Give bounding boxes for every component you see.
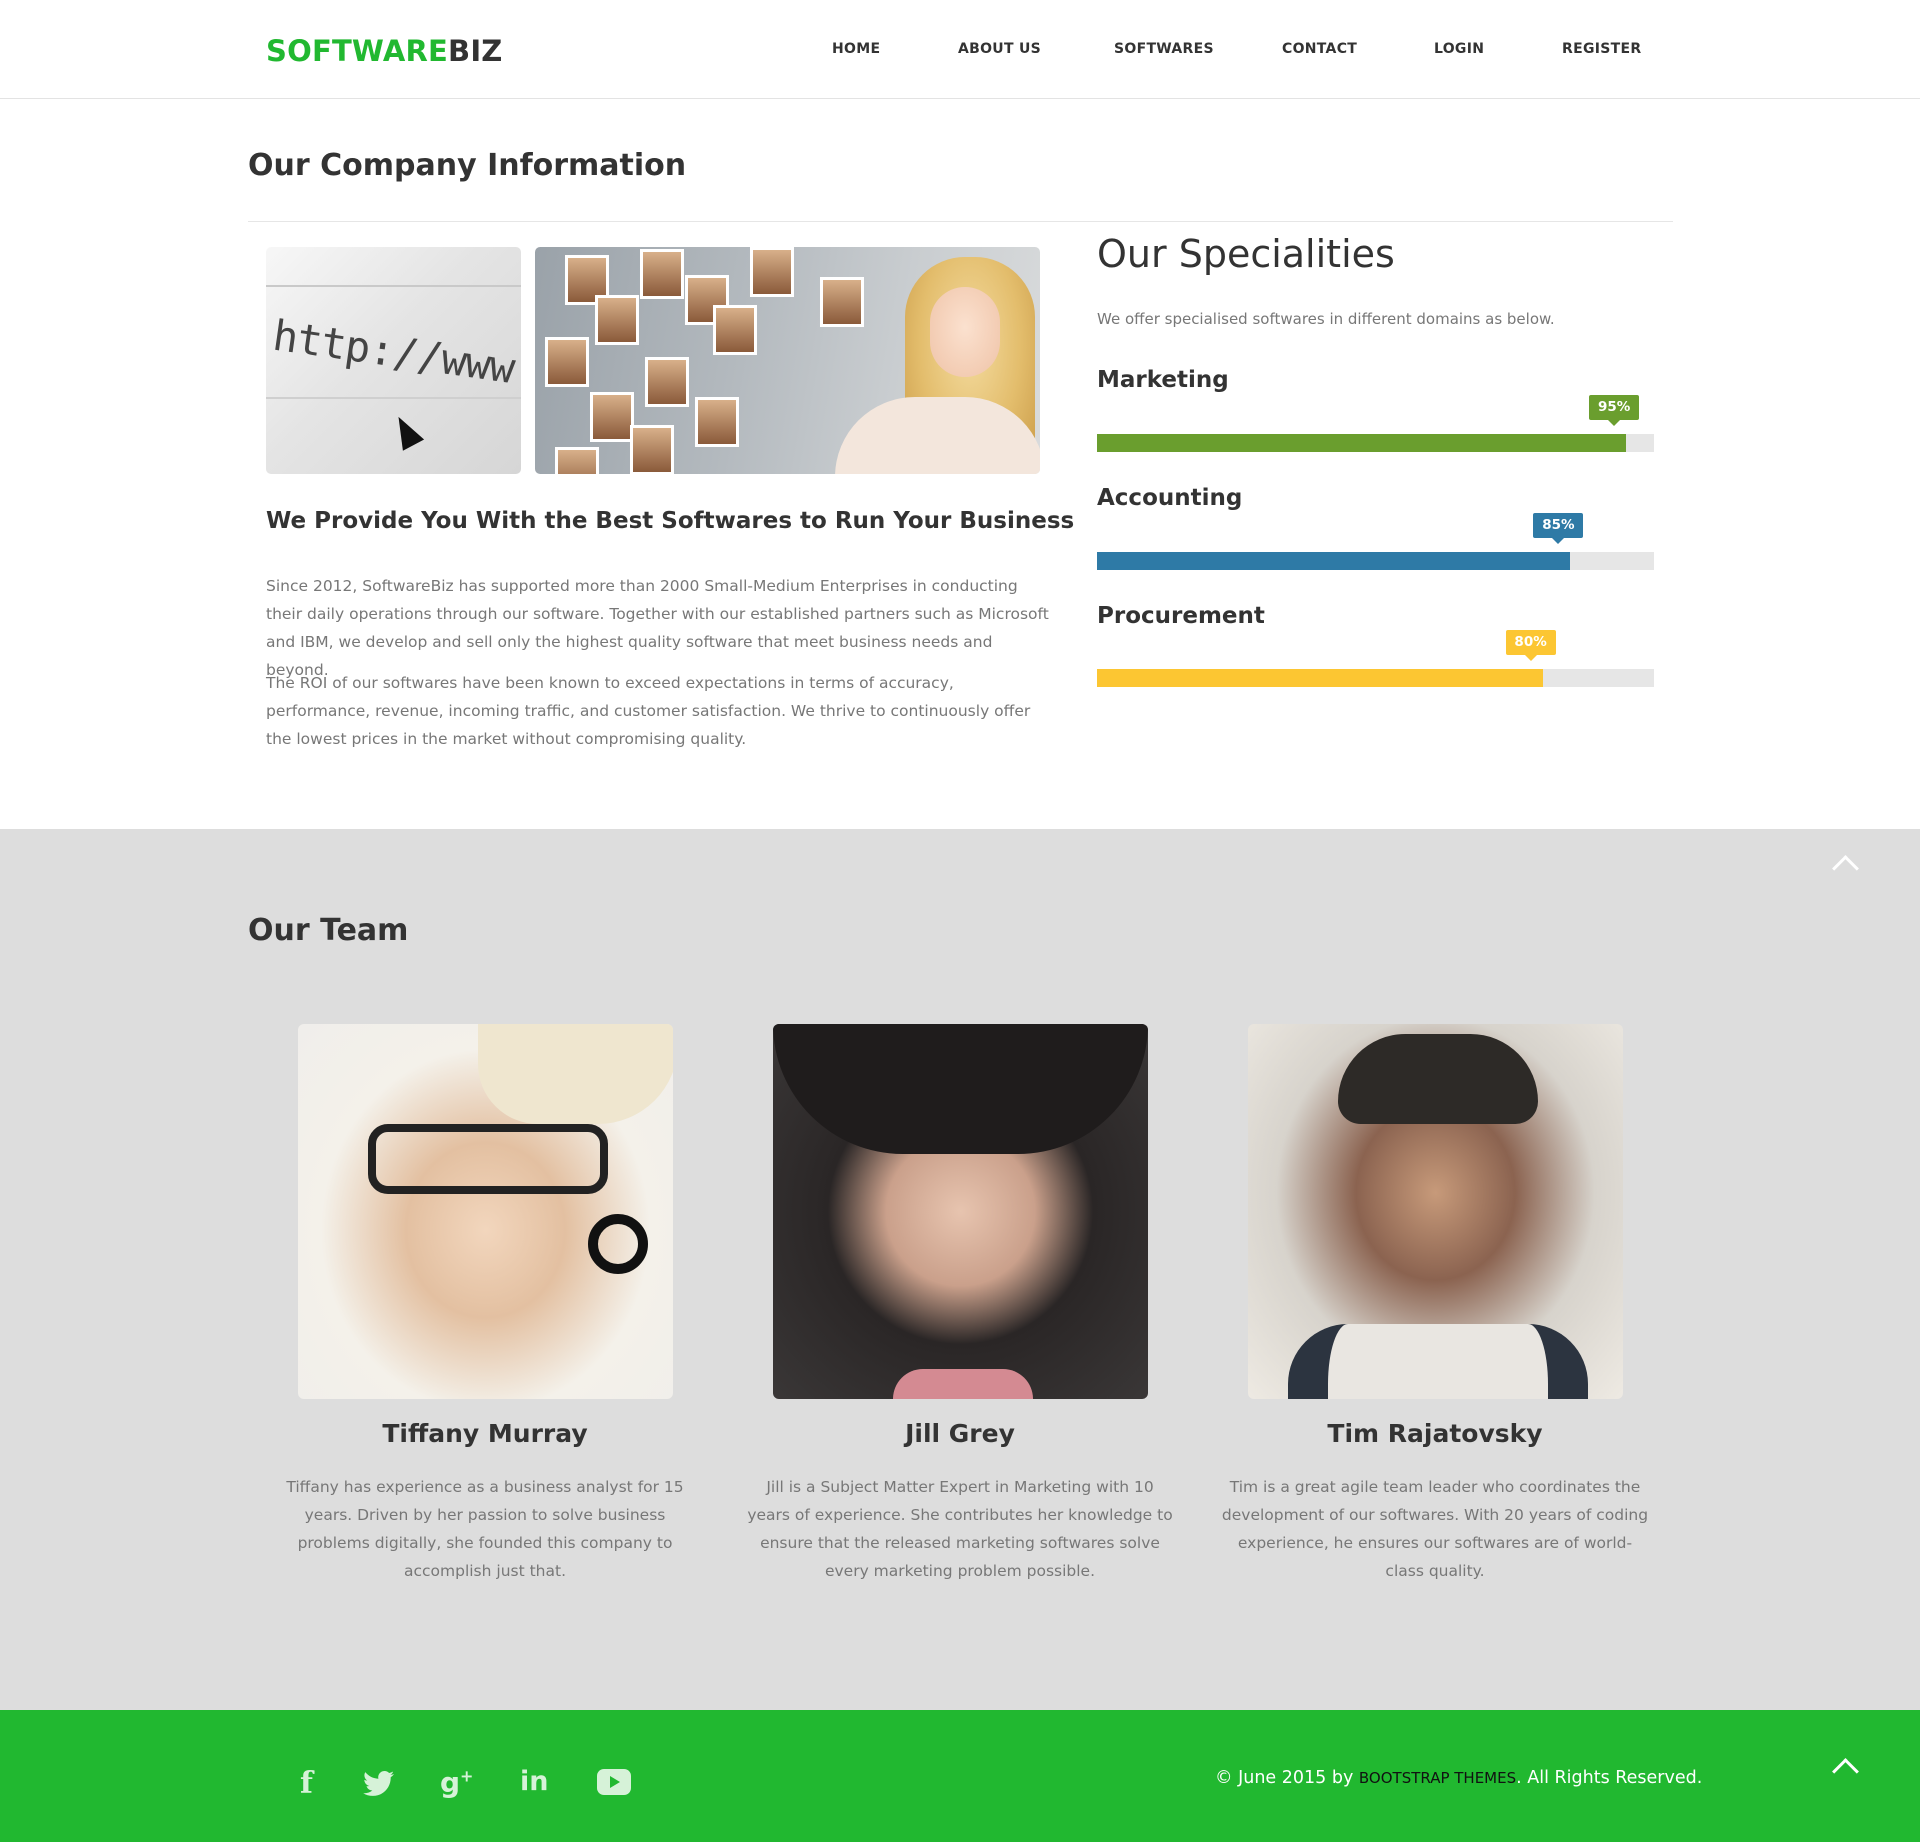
shirt-shape [1288, 1324, 1588, 1399]
glasses-shape [368, 1124, 608, 1194]
nav-about-us[interactable]: ABOUT US [958, 41, 1041, 57]
site-footer: f g+ in © June 2015 by BOOTSTRAP THEMES.… [0, 1710, 1920, 1842]
earring-shape [588, 1214, 648, 1274]
linkedin-icon[interactable]: in [520, 1766, 548, 1797]
main-nav: HOME ABOUT US SOFTWARES CONTACT LOGIN RE… [0, 0, 1920, 99]
nav-softwares[interactable]: SOFTWARES [1114, 41, 1214, 57]
nav-login[interactable]: LOGIN [1434, 41, 1484, 57]
company-info-title: Our Company Information [248, 148, 687, 183]
nav-contact[interactable]: CONTACT [1282, 41, 1357, 57]
copyright-text: © June 2015 by BOOTSTRAP THEMES. All Rig… [1215, 1768, 1702, 1788]
team-member-bio-tiffany: Tiffany has experience as a business ana… [286, 1478, 684, 1580]
skill-percent-badge: 95% [1589, 395, 1640, 426]
woman-face [930, 287, 1000, 377]
team-member-bio-tim: Tim is a great agile team leader who coo… [1221, 1478, 1649, 1580]
hair-shape [1338, 1034, 1538, 1124]
copyright-suffix: . All Rights Reserved. [1516, 1768, 1703, 1788]
youtube-icon[interactable] [597, 1768, 631, 1803]
skill-name-procurement: Procurement [1097, 603, 1265, 629]
skill-bar-marketing: 95% [1097, 395, 1654, 452]
skill-percent-badge: 85% [1533, 513, 1584, 544]
company-paragraph-2: The ROI of our softwares have been known… [266, 674, 1031, 748]
skill-bar-fill [1097, 434, 1627, 452]
url-browser-image: http://www. [266, 247, 521, 474]
address-bar-line [266, 285, 521, 287]
team-member-photo-jill [773, 1024, 1148, 1399]
photo-tile [645, 357, 689, 407]
team-member-name-tiffany: Tiffany Murray [382, 1419, 588, 1448]
skill-bar-accounting: 85% [1097, 513, 1654, 570]
badge-pointer-icon [1608, 420, 1621, 426]
hair-shape [773, 1024, 1148, 1154]
nav-register[interactable]: REGISTER [1562, 41, 1641, 57]
badge-pointer-icon [1524, 655, 1537, 661]
company-subheading: We Provide You With the Best Softwares t… [266, 508, 1075, 534]
skill-name-accounting: Accounting [1097, 485, 1243, 511]
team-member-name-tim: Tim Rajatovsky [1327, 1419, 1543, 1448]
specialities-subtitle: We offer specialised softwares in differ… [1097, 310, 1555, 328]
people-network-image [535, 247, 1040, 474]
site-header: SOFTWAREBIZ HOME ABOUT US SOFTWARES CONT… [0, 0, 1920, 99]
skill-bar-procurement: 80% [1097, 630, 1654, 687]
bootstrap-themes-link[interactable]: BOOTSTRAP THEMES [1359, 1769, 1516, 1787]
footer-scroll-to-top-icon[interactable] [1829, 1756, 1863, 1778]
skill-name-marketing: Marketing [1097, 367, 1229, 393]
photo-tile [555, 447, 599, 474]
specialities-title: Our Specialities [1097, 232, 1395, 276]
facebook-icon[interactable]: f [300, 1766, 313, 1801]
section-divider [248, 221, 1673, 222]
copyright-prefix: © June 2015 by [1215, 1768, 1354, 1788]
scroll-to-top-icon[interactable] [1829, 853, 1863, 875]
photo-tile [640, 249, 684, 299]
photo-tile [695, 397, 739, 447]
team-member-photo-tiffany [298, 1024, 673, 1399]
shirt-shape [893, 1369, 1033, 1399]
hair-shape [478, 1024, 673, 1124]
team-member-bio-jill: Jill is a Subject Matter Expert in Marke… [747, 1478, 1173, 1580]
photo-tile [590, 392, 634, 442]
company-paragraph-1: Since 2012, SoftwareBiz has supported mo… [266, 577, 1049, 679]
photo-tile [595, 295, 639, 345]
nav-home[interactable]: HOME [832, 41, 880, 57]
photo-tile [750, 247, 794, 297]
skill-percent-badge: 80% [1505, 630, 1556, 661]
url-text: http://www. [269, 310, 521, 397]
mouse-cursor-icon [387, 411, 425, 451]
skill-bar-fill [1097, 669, 1543, 687]
badge-pointer-icon [1552, 538, 1565, 544]
team-member-name-jill: Jill Grey [905, 1419, 1015, 1448]
photo-tile [630, 425, 674, 474]
photo-tile [820, 277, 864, 327]
team-title: Our Team [248, 913, 409, 948]
twitter-icon[interactable] [363, 1770, 395, 1805]
google-plus-icon[interactable]: g+ [440, 1766, 473, 1799]
photo-tile [545, 337, 589, 387]
address-bar-line-lower [266, 397, 521, 399]
photo-tile [713, 305, 757, 355]
skill-bar-fill [1097, 552, 1571, 570]
team-member-photo-tim [1248, 1024, 1623, 1399]
